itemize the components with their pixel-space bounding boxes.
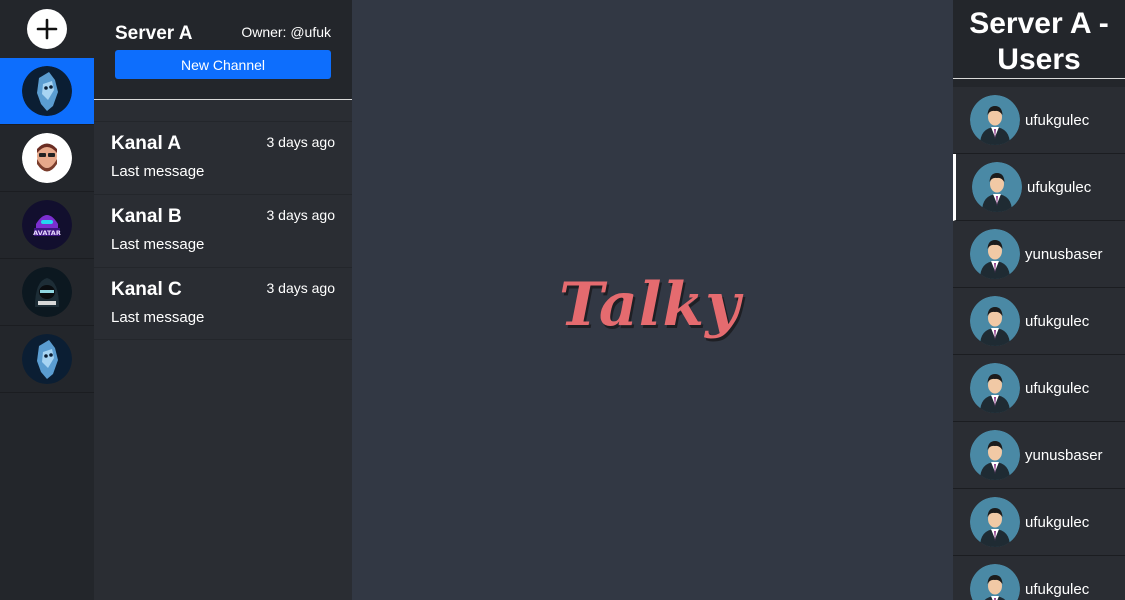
server-item-3[interactable]: AVATAR: [0, 192, 94, 259]
channel-last-message: Last message: [111, 163, 205, 180]
channel-item[interactable]: Kanal A 3 days ago Last message: [94, 121, 352, 194]
user-name: ufukgulec: [1025, 513, 1090, 531]
server-item-5[interactable]: [0, 326, 94, 393]
users-panel: Server A - Users ufukgulec ufukgulec yun…: [953, 0, 1125, 600]
user-item[interactable]: ufukgulec: [953, 288, 1125, 355]
user-list: ufukgulec ufukgulec yunusbaser ufukgulec…: [953, 87, 1125, 600]
channel-item[interactable]: Kanal C 3 days ago Last message: [94, 267, 352, 340]
server-owner: Owner: @ufuk: [241, 24, 331, 40]
user-avatar-icon: [970, 430, 1020, 480]
user-name: ufukgulec: [1025, 111, 1090, 129]
svg-text:AVATAR: AVATAR: [33, 229, 61, 237]
server-item-2[interactable]: [0, 125, 94, 192]
server-rail: AVATAR: [0, 0, 94, 600]
bearded-man-avatar-icon: [22, 133, 72, 183]
user-name: ufukgulec: [1025, 580, 1090, 598]
channel-name: Kanal B: [111, 206, 182, 227]
add-server-slot: [0, 0, 94, 58]
users-panel-title: Server A - Users: [953, 0, 1125, 79]
server-name: Server A: [115, 23, 193, 44]
channel-item[interactable]: Kanal B 3 days ago Last message: [94, 194, 352, 267]
channel-time: 3 days ago: [266, 207, 336, 223]
server-item-1[interactable]: [0, 58, 94, 125]
user-name: ufukgulec: [1025, 312, 1090, 330]
hooded-gamer-avatar-icon: [22, 267, 72, 317]
channel-name: Kanal A: [111, 133, 182, 154]
user-avatar-icon: [970, 497, 1020, 547]
plus-icon: [36, 18, 58, 40]
channel-last-message: Last message: [111, 309, 205, 326]
user-item[interactable]: yunusbaser: [953, 221, 1125, 288]
channel-time: 3 days ago: [266, 134, 336, 150]
channel-time: 3 days ago: [266, 280, 336, 296]
blue-shark-avatar-icon: [22, 66, 72, 116]
purple-avatar-logo-icon: AVATAR: [22, 200, 72, 250]
channel-list: Kanal A 3 days ago Last message Kanal B …: [94, 121, 352, 340]
user-name: yunusbaser: [1025, 446, 1103, 464]
talky-logo: Talky: [558, 270, 741, 340]
user-avatar-icon: [970, 363, 1020, 413]
channel-last-message: Last message: [111, 236, 205, 253]
user-avatar-icon: [970, 564, 1020, 600]
user-avatar-icon: [972, 162, 1022, 212]
user-item[interactable]: ufukgulec: [953, 489, 1125, 556]
channel-panel: Server A Owner: @ufuk New Channel Kanal …: [94, 0, 352, 600]
user-name: ufukgulec: [1027, 178, 1092, 196]
add-server-button[interactable]: [27, 9, 67, 49]
user-avatar-icon: [970, 229, 1020, 279]
user-name: yunusbaser: [1025, 245, 1103, 263]
user-avatar-icon: [970, 296, 1020, 346]
blue-shark-avatar-icon: [22, 334, 72, 384]
user-item[interactable]: ufukgulec: [953, 556, 1125, 600]
user-avatar-icon: [970, 95, 1020, 145]
server-item-4[interactable]: [0, 259, 94, 326]
user-item[interactable]: ufukgulec: [953, 355, 1125, 422]
user-item[interactable]: ufukgulec: [953, 87, 1125, 154]
channel-header: Server A Owner: @ufuk New Channel: [94, 0, 352, 100]
user-item[interactable]: yunusbaser: [953, 422, 1125, 489]
channel-name: Kanal C: [111, 279, 182, 300]
new-channel-button[interactable]: New Channel: [115, 50, 331, 79]
user-item[interactable]: ufukgulec: [953, 154, 1125, 221]
user-name: ufukgulec: [1025, 379, 1090, 397]
